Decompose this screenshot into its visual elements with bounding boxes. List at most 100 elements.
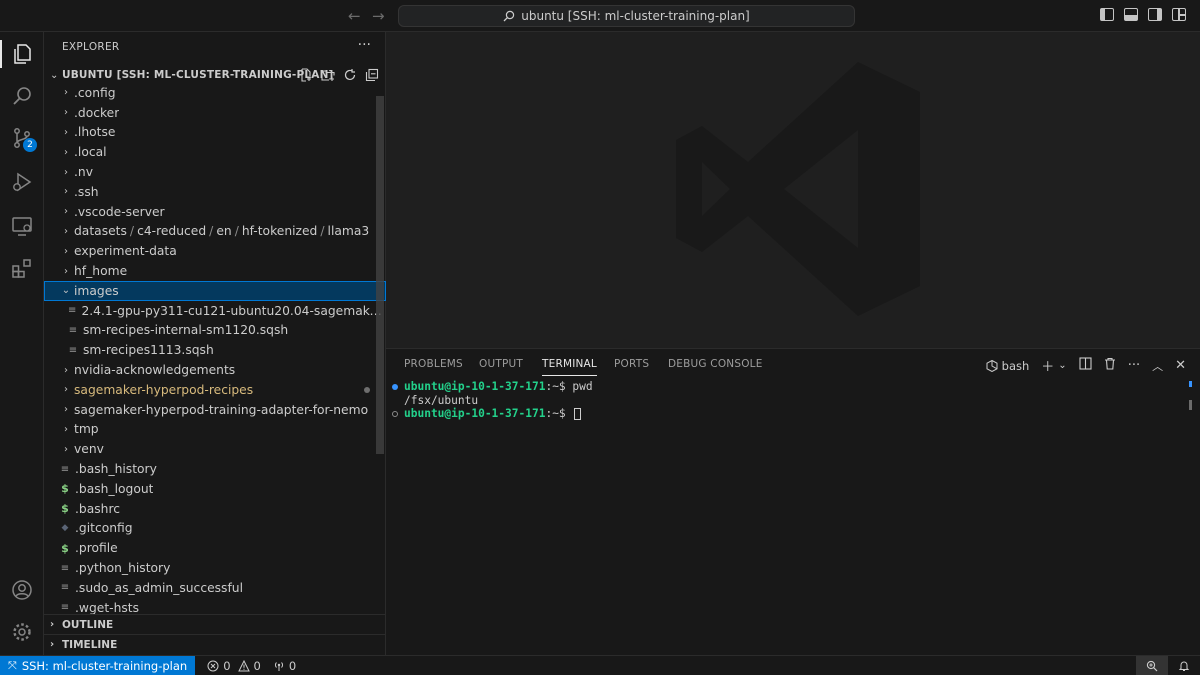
- command-center[interactable]: ubuntu [SSH: ml-cluster-training-plan]: [398, 5, 855, 27]
- chevron-right-icon: ›: [64, 245, 68, 257]
- outline-section[interactable]: › OUTLINE: [44, 614, 386, 634]
- toggle-secondary-sidebar-icon[interactable]: [1148, 8, 1162, 21]
- tree-folder[interactable]: › .config: [44, 83, 386, 103]
- chevron-right-icon: ›: [64, 146, 68, 158]
- tree-folder[interactable]: › .vscode-server: [44, 202, 386, 222]
- notifications-bell-icon[interactable]: [1168, 656, 1200, 675]
- maximize-panel-icon[interactable]: ︿: [1152, 358, 1163, 374]
- path-segment[interactable]: hf-tokenized: [242, 224, 318, 238]
- chevron-right-icon: ›: [64, 166, 68, 178]
- tree-folder-selected[interactable]: ⌄ images: [44, 280, 386, 301]
- tree-file[interactable]: $ .bash_logout: [44, 479, 386, 499]
- shell-name: bash: [1001, 358, 1030, 373]
- explorer-activity[interactable]: [0, 34, 44, 74]
- timeline-section[interactable]: › TIMELINE: [44, 634, 386, 654]
- error-count: 0: [223, 658, 231, 673]
- refresh-icon[interactable]: [342, 67, 358, 83]
- tree-file[interactable]: $ .profile: [44, 538, 386, 558]
- warning-count: 0: [253, 658, 261, 673]
- bottom-panel: PROBLEMS OUTPUT TERMINAL PORTS DEBUG CON…: [386, 348, 1200, 655]
- file-lines-icon: ≡: [68, 305, 77, 317]
- path-segment[interactable]: en: [216, 224, 231, 238]
- tree-folder[interactable]: › experiment-data: [44, 241, 386, 261]
- warning-icon: [237, 659, 250, 671]
- workspace-actions: [298, 67, 380, 83]
- zoom-icon[interactable]: [1136, 656, 1168, 675]
- collapse-all-icon[interactable]: [364, 67, 380, 83]
- manage-activity[interactable]: [0, 612, 44, 652]
- run-debug-activity[interactable]: [0, 162, 44, 202]
- chevron-right-icon: ›: [50, 639, 55, 650]
- customize-layout-icon[interactable]: [1172, 8, 1186, 21]
- remote-label: SSH: ml-cluster-training-plan: [21, 658, 188, 673]
- path-segment[interactable]: datasets: [74, 224, 127, 238]
- problems-status[interactable]: 0 0: [207, 659, 261, 673]
- new-file-icon[interactable]: [298, 67, 314, 83]
- tree-folder[interactable]: › venv: [44, 439, 386, 459]
- toggle-panel-icon[interactable]: [1124, 8, 1138, 21]
- chevron-down-icon[interactable]: ⌄: [1058, 360, 1066, 371]
- remote-explorer-activity[interactable]: [0, 206, 44, 246]
- tree-folder[interactable]: › .nv: [44, 162, 386, 182]
- tab-ports[interactable]: PORTS: [614, 358, 649, 370]
- tree-folder-modified[interactable]: › sagemaker-hyperpod-recipes: [44, 380, 386, 400]
- toggle-primary-sidebar-icon[interactable]: [1100, 8, 1114, 21]
- workspace-title: UBUNTU [SSH: ML-CLUSTER-TRAINING-PLAN]: [62, 69, 334, 81]
- new-terminal-icon[interactable]: ＋: [1041, 356, 1054, 375]
- vscode-logo-icon: [676, 62, 920, 316]
- remote-indicator[interactable]: ⤧ SSH: ml-cluster-training-plan: [0, 655, 196, 675]
- terminal-scrollbar[interactable]: [1189, 381, 1192, 413]
- broadcast-icon: [274, 661, 283, 671]
- tree-file[interactable]: ≡ sm-recipes-internal-sm1120.sqsh: [44, 321, 386, 341]
- tree-folder[interactable]: › tmp: [44, 420, 386, 440]
- tree-file[interactable]: ◆ .gitconfig: [44, 519, 386, 539]
- tab-problems[interactable]: PROBLEMS: [404, 358, 463, 370]
- terminal-selector[interactable]: bash: [986, 358, 1030, 373]
- search-icon: [13, 87, 31, 105]
- tree-folder-compact[interactable]: › datasets / c4-reduced / en / hf-tokenized…: [44, 222, 386, 242]
- tab-terminal[interactable]: TERMINAL: [542, 358, 597, 376]
- more-actions-icon[interactable]: ···: [358, 37, 371, 53]
- tree-folder[interactable]: › sagemaker-hyperpod-training-adapter-for…: [44, 400, 386, 420]
- tree-folder[interactable]: › .lhotse: [44, 123, 386, 143]
- chevron-right-icon: ›: [64, 404, 68, 416]
- terminal-output[interactable]: ubuntu@ip-10-1-37-171:~$ pwd /fsx/ubuntu…: [392, 380, 593, 421]
- new-folder-icon[interactable]: [320, 67, 336, 83]
- tree-file[interactable]: ≡ .bash_history: [44, 459, 386, 479]
- tree-file[interactable]: ≡ sm-recipes1113.sqsh: [44, 340, 386, 360]
- tree-file[interactable]: $ .bashrc: [44, 499, 386, 519]
- tree-folder[interactable]: › hf_home: [44, 261, 386, 281]
- search-activity[interactable]: [0, 76, 44, 116]
- more-actions-icon[interactable]: ···: [1128, 358, 1140, 373]
- command-center-label: ubuntu [SSH: ml-cluster-training-plan]: [521, 9, 750, 23]
- outline-title: OUTLINE: [62, 618, 114, 631]
- tree-file[interactable]: ≡ .python_history: [44, 558, 386, 578]
- tree-folder[interactable]: › .ssh: [44, 182, 386, 202]
- path-segment[interactable]: c4-reduced: [137, 224, 206, 238]
- arrow-left-icon[interactable]: ←: [348, 7, 361, 25]
- file-lines-icon: ≡: [68, 324, 78, 336]
- file-lines-icon: ≡: [60, 582, 70, 594]
- close-icon[interactable]: ✕: [1175, 358, 1186, 373]
- title-bar: ← → ubuntu [SSH: ml-cluster-training-pla…: [0, 0, 1200, 32]
- terminal-line: ubuntu@ip-10-1-37-171:~$ pwd: [392, 380, 593, 394]
- trash-icon[interactable]: [1104, 357, 1116, 374]
- tree-folder[interactable]: › nvidia-acknowledgements: [44, 360, 386, 380]
- path-segment[interactable]: llama3: [328, 224, 370, 238]
- layout-controls: [1100, 8, 1186, 21]
- split-terminal-icon[interactable]: [1079, 357, 1092, 374]
- tree-folder[interactable]: › .docker: [44, 103, 386, 123]
- source-control-activity[interactable]: 2: [0, 118, 44, 158]
- tab-debug-console[interactable]: DEBUG CONSOLE: [668, 358, 763, 370]
- editor-area[interactable]: [386, 32, 1200, 348]
- explorer-scrollbar[interactable]: [376, 96, 384, 454]
- tree-file[interactable]: ≡ 2.4.1-gpu-py311-cu121-ubuntu20.04-sagem…: [44, 301, 386, 321]
- tree-file[interactable]: ≡ .sudo_as_admin_successful: [44, 578, 386, 598]
- chevron-down-icon: ⌄: [61, 285, 71, 297]
- ports-status[interactable]: 0: [273, 659, 296, 673]
- extensions-activity[interactable]: [0, 248, 44, 288]
- tree-folder[interactable]: › .local: [44, 142, 386, 162]
- accounts-activity[interactable]: [0, 570, 44, 610]
- arrow-right-icon[interactable]: →: [372, 7, 385, 25]
- tab-output[interactable]: OUTPUT: [479, 358, 523, 370]
